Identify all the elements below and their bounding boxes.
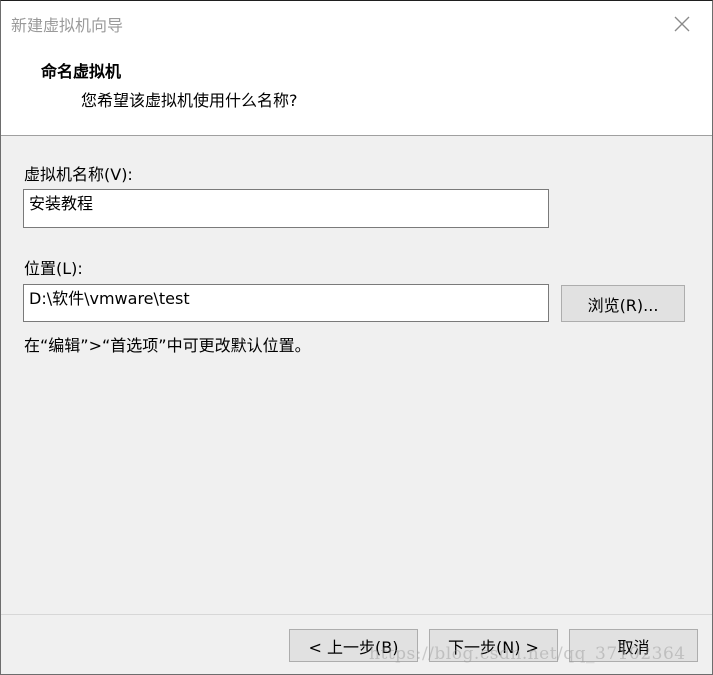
next-button[interactable]: 下一步(N) > [429, 629, 558, 662]
wizard-header: 命名虚拟机 您希望该虚拟机使用什么名称? [1, 46, 712, 136]
close-button[interactable] [665, 9, 699, 39]
location-hint: 在“编辑”>“首选项”中可更改默认位置。 [24, 336, 311, 355]
browse-button[interactable]: 浏览(R)... [561, 285, 685, 322]
page-title: 命名虚拟机 [41, 62, 122, 81]
page-subtitle: 您希望该虚拟机使用什么名称? [81, 91, 298, 110]
vm-name-input[interactable]: 安装教程 [23, 189, 549, 228]
wizard-window: 新建虚拟机向导 命名虚拟机 您希望该虚拟机使用什么名称? 虚拟机名称(V): 安… [0, 0, 713, 675]
close-icon [674, 16, 690, 32]
location-input[interactable]: D:\软件\vmware\test [23, 284, 549, 322]
footer-divider [1, 614, 712, 615]
title-bar: 新建虚拟机向导 [1, 1, 712, 46]
back-button[interactable]: < 上一步(B) [289, 629, 418, 662]
cancel-button[interactable]: 取消 [569, 629, 698, 662]
window-title: 新建虚拟机向导 [11, 16, 124, 35]
location-label: 位置(L): [24, 259, 83, 278]
vm-name-label: 虚拟机名称(V): [24, 165, 133, 184]
